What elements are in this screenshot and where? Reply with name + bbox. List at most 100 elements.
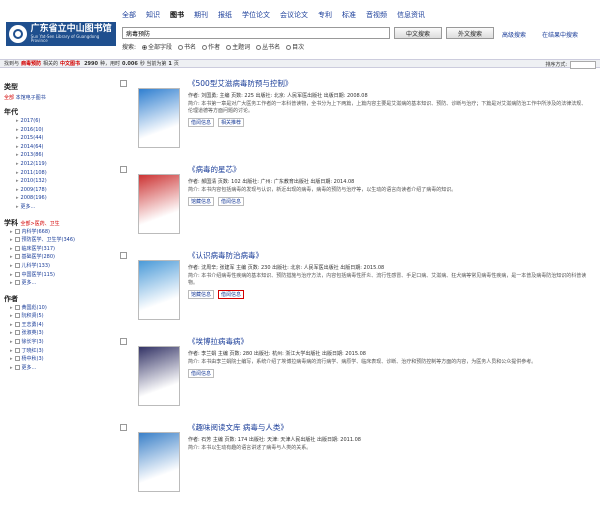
facet-label[interactable]: 阮积贤(5)	[22, 313, 44, 319]
years-facet-item[interactable]: 2008(196)	[4, 194, 104, 203]
subjects-facet-item[interactable]: 中国医学(115)	[4, 271, 104, 280]
authors-facet-item[interactable]: 黄国彪(10)	[4, 304, 104, 313]
authors-facet-item[interactable]: 徐长宇(3)	[4, 338, 104, 347]
authors-facet-item[interactable]: 丁晓红(3)	[4, 347, 104, 356]
years-facet-item[interactable]: 2017(6)	[4, 117, 104, 126]
sort-select[interactable]	[570, 60, 596, 69]
facet-checkbox[interactable]	[14, 237, 20, 243]
type-all-link[interactable]: 全部	[4, 95, 14, 101]
tab-7[interactable]: 专利	[318, 10, 332, 20]
radio-option-1[interactable]: 书名	[178, 42, 196, 51]
facet-label[interactable]: 更多...	[22, 280, 37, 286]
facet-label[interactable]: 黄国彪(10)	[22, 305, 47, 311]
radio-option-3[interactable]: 主题词	[226, 42, 250, 51]
subjects-facet-item[interactable]: 内科学(668)	[4, 228, 104, 237]
facet-label[interactable]: 丁晓红(3)	[22, 348, 44, 354]
facet-checkbox[interactable]	[14, 364, 20, 370]
facet-checkbox[interactable]	[14, 262, 20, 268]
facet-label[interactable]: 徐长宇(3)	[22, 339, 44, 345]
result-checkbox[interactable]	[120, 338, 127, 345]
result-action-button[interactable]: 借阅信息	[188, 118, 215, 127]
tab-6[interactable]: 会议论文	[280, 10, 308, 20]
tab-2[interactable]: 图书	[170, 10, 184, 20]
facet-label[interactable]: 内科学(668)	[22, 229, 50, 235]
facet-checkbox[interactable]	[14, 228, 20, 234]
foreign-search-button[interactable]: 外文搜索	[446, 27, 494, 39]
facet-checkbox[interactable]	[14, 321, 20, 327]
tab-1[interactable]: 知识	[146, 10, 160, 20]
facet-label[interactable]: 儿科学(133)	[22, 263, 50, 269]
search-input[interactable]	[122, 27, 390, 39]
result-title-link[interactable]: 《趣味阅读文库 病毒与人类》	[188, 422, 588, 433]
subjects-facet-item[interactable]: 基础医学(280)	[4, 253, 104, 262]
radio-option-5[interactable]: 目次	[286, 42, 304, 51]
tab-9[interactable]: 音视频	[366, 10, 387, 20]
radio-button[interactable]	[226, 45, 232, 50]
radio-option-2[interactable]: 作者	[202, 42, 220, 51]
authors-facet-item[interactable]: 更多...	[4, 364, 104, 373]
facet-checkbox[interactable]	[14, 245, 20, 251]
radio-button[interactable]	[202, 45, 208, 50]
radio-button[interactable]	[178, 45, 184, 50]
result-checkbox[interactable]	[120, 166, 127, 173]
facet-checkbox[interactable]	[14, 330, 20, 336]
facet-label[interactable]: 临床医学(317)	[22, 246, 55, 252]
years-facet-item[interactable]: 2016(10)	[4, 126, 104, 135]
search-in-results-link[interactable]: 在结果中搜索	[542, 30, 578, 39]
years-facet-item[interactable]: 2010(132)	[4, 177, 104, 186]
years-facet-item[interactable]: 更多...	[4, 203, 104, 212]
result-action-button[interactable]: 相关推荐	[218, 118, 245, 127]
facet-checkbox[interactable]	[14, 356, 20, 362]
result-action-button[interactable]: 馆藏信息	[188, 197, 215, 206]
years-facet-item[interactable]: 2011(108)	[4, 169, 104, 178]
subjects-facet-item[interactable]: 更多...	[4, 279, 104, 288]
years-facet-item[interactable]: 2009(178)	[4, 186, 104, 195]
facet-label[interactable]: 基础医学(280)	[22, 254, 55, 260]
book-cover-image[interactable]	[138, 346, 180, 406]
facet-checkbox[interactable]	[14, 280, 20, 286]
advanced-search-link[interactable]: 高级搜索	[502, 30, 526, 39]
tab-3[interactable]: 期刊	[194, 10, 208, 20]
type-ebook-link[interactable]: 本馆电子图书	[16, 95, 46, 101]
book-cover-image[interactable]	[138, 260, 180, 320]
facet-label[interactable]: 中国医学(115)	[22, 272, 55, 278]
tab-4[interactable]: 报纸	[218, 10, 232, 20]
authors-facet-item[interactable]: 王志勇(4)	[4, 321, 104, 330]
book-cover-image[interactable]	[138, 432, 180, 492]
years-facet-item[interactable]: 2015(44)	[4, 134, 104, 143]
facet-checkbox[interactable]	[14, 304, 20, 310]
tab-8[interactable]: 标准	[342, 10, 356, 20]
subjects-facet-item[interactable]: 儿科学(133)	[4, 262, 104, 271]
search-button[interactable]: 中文搜索	[394, 27, 442, 39]
result-checkbox[interactable]	[120, 424, 127, 431]
authors-facet-item[interactable]: 阮积贤(5)	[4, 312, 104, 321]
tab-0[interactable]: 全部	[122, 10, 136, 20]
tab-5[interactable]: 学位论文	[242, 10, 270, 20]
result-action-button[interactable]: 借阅信息	[218, 290, 245, 299]
years-facet-item[interactable]: 2014(64)	[4, 143, 104, 152]
facet-label[interactable]: 王志勇(4)	[22, 322, 44, 328]
subjects-facet-item[interactable]: 预防医学、卫生学(346)	[4, 236, 104, 245]
authors-facet-item[interactable]: 杨中秋(3)	[4, 355, 104, 364]
result-title-link[interactable]: 《埃博拉病毒病》	[188, 336, 588, 347]
facet-label[interactable]: 张淑英(3)	[22, 330, 44, 336]
facet-checkbox[interactable]	[14, 271, 20, 277]
result-action-button[interactable]: 馆藏信息	[188, 290, 215, 299]
facet-label[interactable]: 更多...	[22, 365, 37, 371]
subject-path[interactable]: 全部>医药、卫生	[20, 221, 59, 227]
years-facet-item[interactable]: 2012(119)	[4, 160, 104, 169]
result-title-link[interactable]: 《认识病毒防治病毒》	[188, 250, 588, 261]
result-action-button[interactable]: 借阅信息	[188, 369, 215, 378]
facet-checkbox[interactable]	[14, 254, 20, 260]
tab-10[interactable]: 信息资讯	[397, 10, 425, 20]
library-logo[interactable]: 广东省立中山图书馆 Sun Yat-Sen Library of Guangdo…	[6, 22, 116, 46]
book-cover-image[interactable]	[138, 88, 180, 148]
result-title-link[interactable]: 《500型艾滋病毒防预与控制》	[188, 78, 588, 89]
result-checkbox[interactable]	[120, 252, 127, 259]
radio-button[interactable]	[286, 45, 292, 50]
book-cover-image[interactable]	[138, 174, 180, 234]
result-title-link[interactable]: 《病毒的星芯》	[188, 164, 588, 175]
facet-label[interactable]: 预防医学、卫生学(346)	[22, 237, 75, 243]
result-action-button[interactable]: 借阅信息	[218, 197, 245, 206]
facet-checkbox[interactable]	[14, 339, 20, 345]
